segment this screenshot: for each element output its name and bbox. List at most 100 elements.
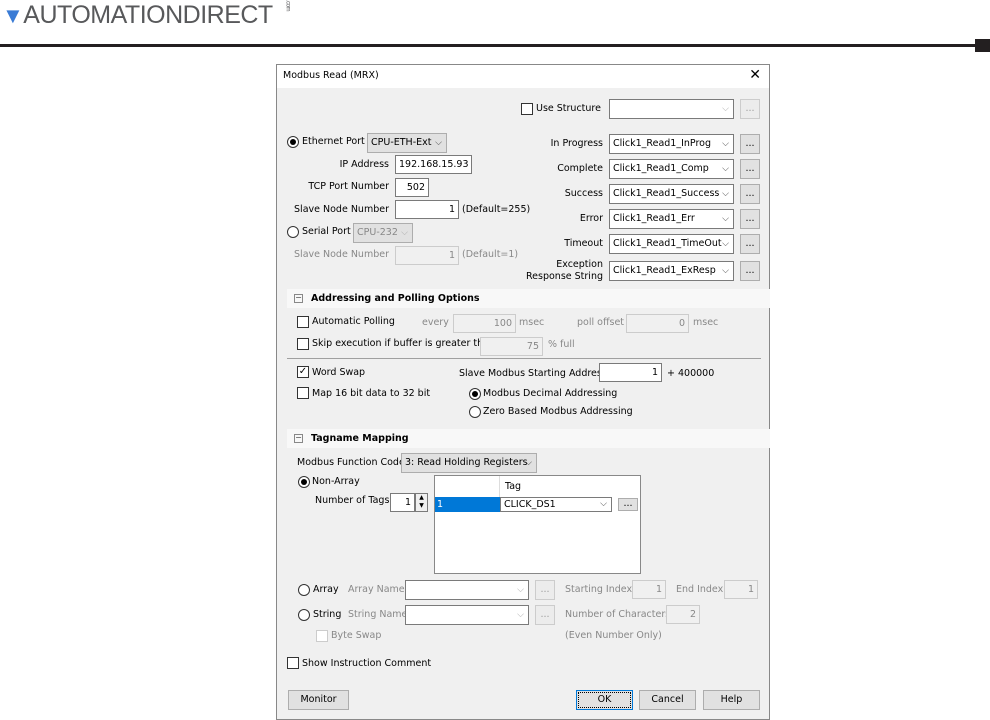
function-code-combo[interactable]: 3: Read Holding Registers ⌵: [401, 453, 537, 473]
string-radio[interactable]: [298, 609, 310, 621]
poll-offset-label: poll offset: [577, 317, 625, 328]
number-of-tags-input[interactable]: 1: [390, 493, 415, 512]
chevron-down-icon: ⌵: [722, 104, 729, 114]
chevron-down-icon: ⌵: [435, 138, 442, 148]
structure-combo[interactable]: ⌵: [609, 99, 734, 119]
ok-button[interactable]: OK: [576, 690, 633, 710]
tag-cell-combo[interactable]: CLICK_DS1 ⌵: [500, 497, 612, 512]
tcp-port-input[interactable]: 502: [395, 178, 429, 197]
close-icon[interactable]: ✕: [749, 67, 761, 83]
header-rule: [0, 44, 975, 47]
automatic-polling-checkbox[interactable]: [297, 316, 309, 328]
status-browse-button[interactable]: ...: [740, 261, 760, 281]
ethernet-port-radio[interactable]: [287, 136, 299, 148]
status-tag-value: Click1_Read1_Err: [613, 213, 695, 224]
every-label: every: [422, 317, 449, 328]
number-of-characters-input[interactable]: 2: [666, 605, 700, 624]
status-tag-combo[interactable]: Click1_Read1_Err ⌵: [609, 209, 734, 229]
chevron-down-icon: ⌵: [517, 610, 524, 620]
map-16-bit-label: Map 16 bit data to 32 bit: [312, 388, 431, 399]
row-index-cell[interactable]: 1: [435, 497, 500, 512]
status-tag-value: Click1_Read1_ExResp: [613, 265, 716, 276]
array-browse-button[interactable]: ...: [535, 580, 555, 600]
string-name-label: String Name: [348, 609, 408, 620]
byte-swap-checkbox[interactable]: [316, 630, 328, 642]
ip-address-input[interactable]: 192.168.15.93: [395, 155, 472, 174]
string-browse-button[interactable]: ...: [535, 605, 555, 625]
number-of-tags-label: Number of Tags: [315, 495, 390, 506]
buffer-threshold-input[interactable]: 75: [480, 337, 543, 356]
chevron-down-icon: ⌵: [722, 214, 729, 224]
show-comment-checkbox[interactable]: [287, 657, 299, 669]
array-radio[interactable]: [298, 584, 310, 596]
status-tag-value: Click1_Read1_TimeOut: [613, 238, 722, 249]
grid-column-divider: [499, 476, 500, 497]
serial-port-combo[interactable]: CPU-232 ⌵: [353, 223, 413, 243]
tag-browse-button[interactable]: ...: [618, 498, 638, 511]
address-offset-label: + 400000: [667, 368, 715, 379]
status-browse-button[interactable]: ...: [740, 184, 760, 204]
serial-slave-node-default: (Default=1): [462, 249, 519, 260]
cancel-button[interactable]: Cancel: [639, 690, 696, 710]
poll-offset-input[interactable]: 0: [626, 314, 689, 333]
chevron-down-icon: ⌵: [722, 239, 729, 249]
skip-execution-checkbox[interactable]: [297, 338, 309, 350]
array-name-combo[interactable]: ⌵: [405, 580, 529, 600]
ethernet-port-combo[interactable]: CPU-ETH-Ext ⌵: [367, 133, 447, 153]
serial-port-radio[interactable]: [287, 226, 299, 238]
function-code-label: Modbus Function Code: [297, 457, 405, 468]
status-tag-combo[interactable]: Click1_Read1_Success ⌵: [609, 184, 734, 204]
serial-slave-node-input[interactable]: 1: [395, 246, 459, 265]
show-comment-label: Show Instruction Comment: [302, 658, 432, 669]
help-button[interactable]: Help: [703, 690, 760, 710]
serial-slave-node-label: Slave Node Number: [294, 249, 389, 260]
tag-grid: Tag 1 CLICK_DS1 ⌵ ...: [434, 475, 641, 574]
status-browse-button[interactable]: ...: [740, 209, 760, 229]
word-swap-label: Word Swap: [312, 367, 366, 378]
status-browse-button[interactable]: ...: [740, 159, 760, 179]
non-array-radio[interactable]: [298, 476, 310, 488]
word-swap-checkbox[interactable]: ✓: [297, 366, 309, 378]
slave-node-input[interactable]: 1: [395, 200, 459, 219]
starting-address-input[interactable]: 1: [599, 363, 662, 382]
status-browse-button[interactable]: ...: [740, 134, 760, 154]
status-tag-combo[interactable]: Click1_Read1_Comp ⌵: [609, 159, 734, 179]
status-browse-button[interactable]: ...: [740, 234, 760, 254]
tcp-port-label: TCP Port Number: [308, 181, 389, 192]
dialog-title: Modbus Read (MRX): [283, 70, 379, 81]
msec-label: msec: [693, 317, 719, 328]
status-label: Success: [564, 188, 603, 199]
end-index-input[interactable]: 1: [724, 580, 758, 599]
status-tag-combo[interactable]: Click1_Read1_TimeOut ⌵: [609, 234, 734, 254]
collapse-icon[interactable]: −: [294, 434, 303, 443]
byte-swap-label: Byte Swap: [331, 630, 382, 641]
end-index-label: End Index: [676, 584, 724, 595]
string-name-combo[interactable]: ⌵: [405, 605, 529, 625]
decimal-addressing-radio[interactable]: [469, 388, 481, 400]
logo-suffix: .com: [284, 0, 291, 12]
number-of-tags-spinner[interactable]: ▲ ▼: [415, 493, 428, 512]
collapse-icon[interactable]: −: [294, 294, 303, 303]
map-16-bit-checkbox[interactable]: [297, 387, 309, 399]
skip-execution-label: Skip execution if buffer is greater than: [312, 338, 495, 349]
tagname-section-header[interactable]: − Tagname Mapping: [287, 429, 770, 448]
tag-column-header[interactable]: Tag: [505, 481, 521, 492]
starting-index-input[interactable]: 1: [632, 580, 666, 599]
monitor-button[interactable]: Monitor: [288, 690, 349, 710]
status-tag-value: Click1_Read1_InProg: [613, 138, 712, 149]
slave-node-label: Slave Node Number: [294, 204, 389, 215]
chevron-down-icon: ⌵: [600, 499, 607, 509]
addressing-section-header[interactable]: − Addressing and Polling Options: [287, 289, 770, 308]
percent-full-label: % full: [548, 339, 575, 350]
structure-browse-button[interactable]: ...: [740, 99, 760, 119]
starting-address-label: Slave Modbus Starting Address: [459, 368, 607, 379]
starting-index-label: Starting Index: [565, 584, 633, 595]
tag-value: CLICK_DS1: [504, 499, 556, 510]
polling-interval-input[interactable]: 100: [453, 314, 516, 333]
status-tag-combo[interactable]: Click1_Read1_ExResp ⌵: [609, 261, 734, 281]
use-structure-checkbox[interactable]: [521, 103, 533, 115]
zero-based-addressing-radio[interactable]: [469, 406, 481, 418]
status-tag-combo[interactable]: Click1_Read1_InProg ⌵: [609, 134, 734, 154]
ethernet-port-value: CPU-ETH-Ext: [371, 137, 432, 148]
chevron-down-icon: ⌵: [722, 189, 729, 199]
